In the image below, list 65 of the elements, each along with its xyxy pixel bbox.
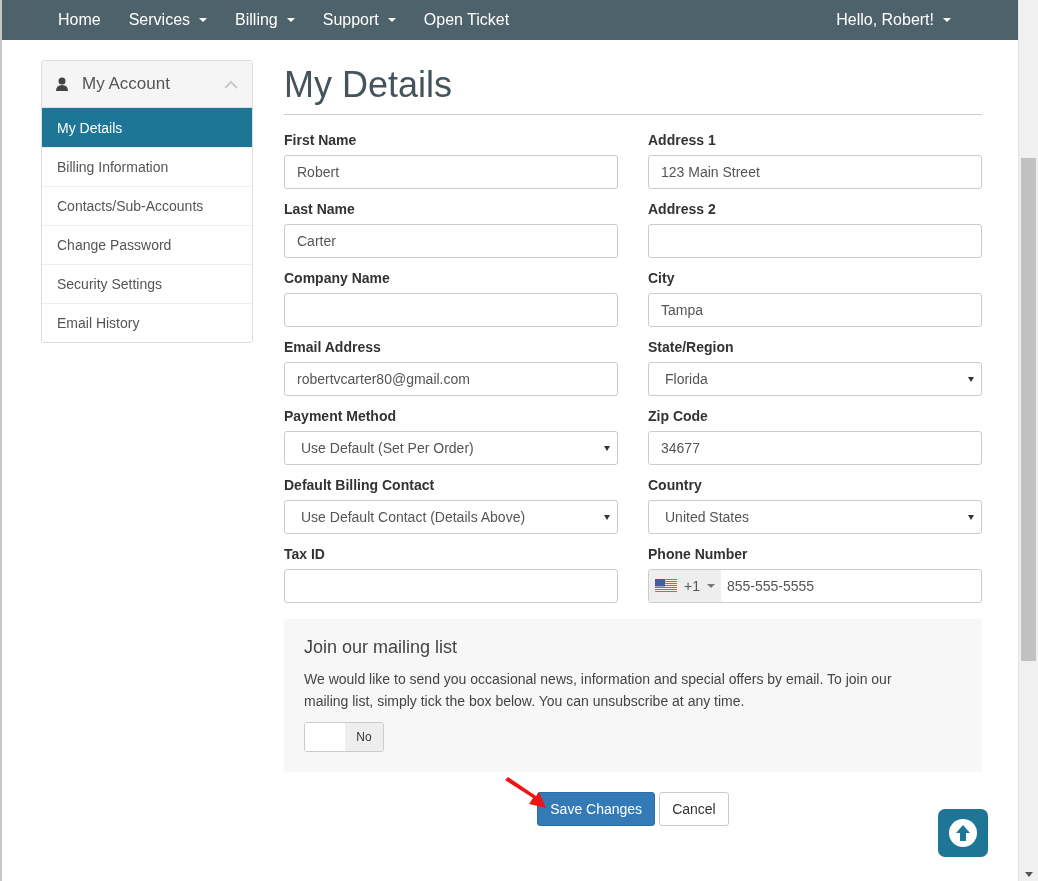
- caret-icon: [604, 515, 610, 520]
- select-field[interactable]: Use Default (Set Per Order): [284, 431, 618, 465]
- scrollbar-thumb[interactable]: [1021, 158, 1036, 661]
- annotation-arrow: [503, 777, 547, 809]
- caret-icon: [387, 18, 396, 22]
- nav-link[interactable]: Support: [308, 1, 410, 39]
- select-field[interactable]: Use Default Contact (Details Above): [284, 500, 618, 534]
- field-label: City: [648, 270, 676, 286]
- sidebar-item[interactable]: Change Password: [42, 225, 252, 264]
- arrow-up-icon: [948, 818, 978, 848]
- field-label: Phone Number: [648, 546, 749, 562]
- input-field[interactable]: robertvcarter80@gmail.com: [284, 362, 618, 396]
- caret-icon: [943, 18, 951, 22]
- scroll-down-icon[interactable]: [1024, 872, 1033, 877]
- cancel-button[interactable]: Cancel: [659, 792, 729, 826]
- input-field[interactable]: [648, 224, 982, 258]
- field-label: Email Address: [284, 339, 382, 355]
- nav-link[interactable]: Home: [44, 1, 115, 39]
- input-field[interactable]: Carter: [284, 224, 618, 258]
- input-field[interactable]: [284, 293, 618, 327]
- field-label: Tax ID: [284, 546, 326, 562]
- sidebar-item[interactable]: Billing Information: [42, 147, 252, 186]
- nav-link[interactable]: Services: [114, 1, 222, 39]
- input-field[interactable]: Tampa: [648, 293, 982, 327]
- input-field[interactable]: Robert: [284, 155, 618, 189]
- page-title: My Details: [284, 64, 982, 115]
- field-label: Address 1: [648, 132, 717, 148]
- nav-link[interactable]: Open Ticket: [409, 1, 524, 39]
- field-label: Zip Code: [648, 408, 709, 424]
- caret-icon: [968, 377, 974, 382]
- field-label: Last Name: [284, 201, 356, 217]
- flag-icon: [655, 579, 677, 593]
- caret-icon: [286, 18, 295, 22]
- caret-icon: [706, 584, 715, 588]
- sidebar-item[interactable]: Email History: [42, 303, 252, 342]
- sidebar-title: My Account: [82, 74, 171, 94]
- caret-icon: [604, 446, 610, 451]
- input-field[interactable]: 34677: [648, 431, 982, 465]
- scroll-to-top-button[interactable]: [938, 809, 988, 857]
- field-label: Company Name: [284, 270, 391, 286]
- user-menu[interactable]: Hello, Robert!: [822, 1, 965, 39]
- input-field[interactable]: [284, 569, 618, 603]
- select-field[interactable]: United States: [648, 500, 982, 534]
- sidebar-item[interactable]: Security Settings: [42, 264, 252, 303]
- save-button[interactable]: Save Changes: [537, 792, 656, 826]
- nav-link[interactable]: Billing: [221, 1, 309, 39]
- sidebar-header[interactable]: My Account: [42, 61, 252, 108]
- toggle-switch[interactable]: No: [304, 722, 384, 752]
- country-code-picker[interactable]: +1: [649, 570, 721, 602]
- phone-field[interactable]: +1 855-555-5555: [648, 569, 982, 603]
- sidebar-item[interactable]: Contacts/Sub-Accounts: [42, 186, 252, 225]
- caret-icon: [968, 515, 974, 520]
- input-field[interactable]: 123 Main Street: [648, 155, 982, 189]
- field-label: Payment Method: [284, 408, 397, 424]
- field-label: Country: [648, 477, 703, 493]
- field-label: First Name: [284, 132, 358, 148]
- user-icon: [56, 77, 68, 91]
- caret-icon: [199, 18, 208, 22]
- mailing-list-description: We would like to send you occasional news, information and special offers by email. To join our mailing list, simply tick the box below. You can unsubscribe at any time.: [304, 670, 893, 711]
- field-label: Address 2: [648, 201, 717, 217]
- sidebar-item[interactable]: My Details: [42, 108, 252, 147]
- select-field[interactable]: Florida: [648, 362, 982, 396]
- field-label: State/Region: [648, 339, 735, 355]
- field-label: Default Billing Contact: [284, 477, 436, 493]
- mailing-list-title: Join our mailing list: [304, 637, 459, 658]
